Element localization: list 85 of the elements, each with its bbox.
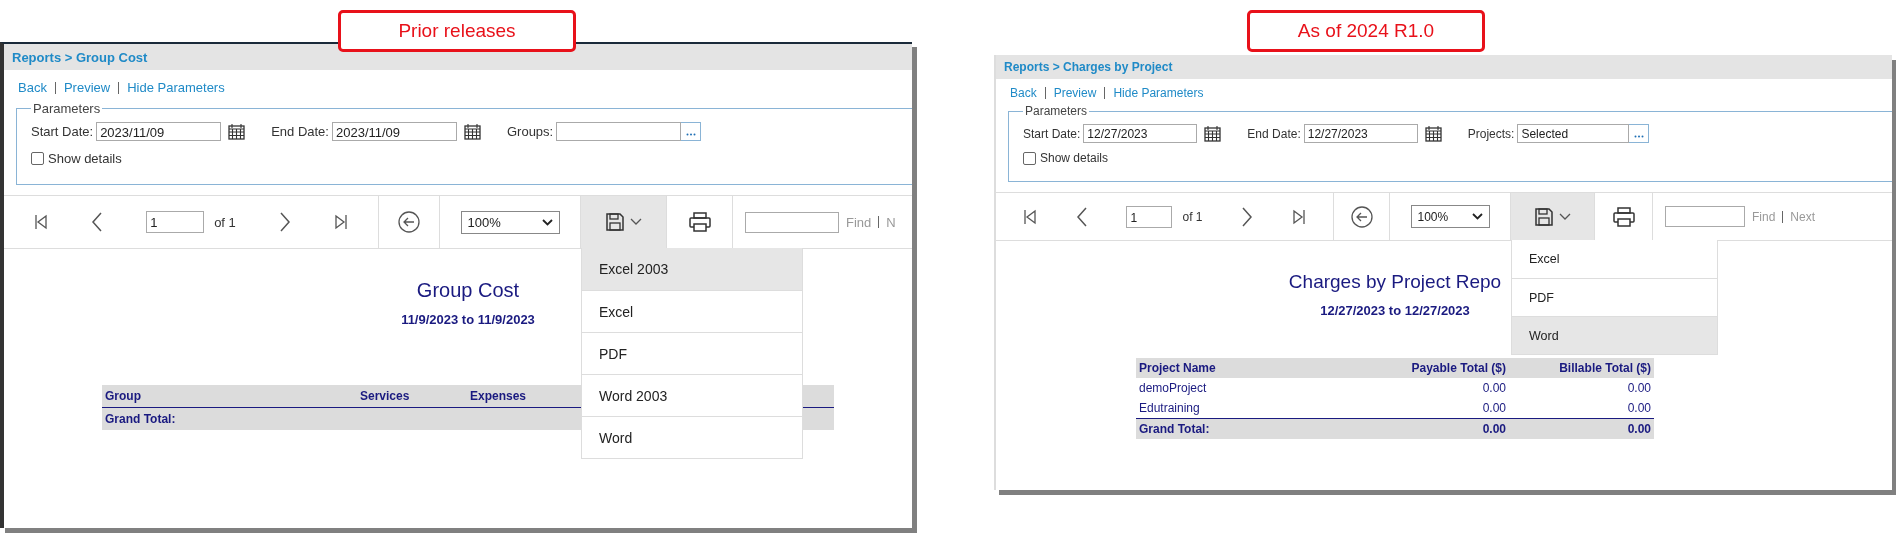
menu-item[interactable]: Word [582, 416, 802, 458]
table-cell-text: 0.00 [1481, 401, 1506, 415]
date-field[interactable]: 2023/11/09 [331, 122, 457, 141]
menu-item[interactable]: Word 2003 [582, 374, 802, 416]
zoom-select[interactable]: 100% [460, 210, 560, 234]
field-label: Groups: [506, 124, 554, 139]
checkbox-label: Show details [1040, 151, 1109, 165]
page-count: of 1 [214, 214, 236, 230]
find-field[interactable] [1665, 206, 1745, 227]
date-field[interactable]: 12/27/2023 [1303, 124, 1418, 143]
callout-label: Prior releases [338, 10, 576, 52]
checkbox[interactable] [1023, 151, 1036, 165]
table-cell-text: demoProject [1139, 381, 1208, 395]
link[interactable]: Back [18, 80, 47, 95]
last-page-icon[interactable] [1291, 208, 1306, 225]
page-field[interactable]: 1 [1126, 205, 1173, 228]
legend: Parameters [1023, 104, 1090, 118]
field-label: Start Date: [1023, 126, 1081, 141]
total-label: Grand Total: [105, 412, 177, 426]
column-header: Payable Total ($) [1410, 361, 1506, 375]
first-page-icon[interactable] [1023, 208, 1038, 225]
menu-item[interactable]: Excel [1512, 240, 1717, 278]
checkbox[interactable] [31, 152, 44, 165]
next-page-icon[interactable] [1241, 206, 1254, 227]
print-icon[interactable] [688, 212, 711, 232]
chevron-down-icon [1471, 213, 1483, 220]
date-field[interactable]: 2023/11/09 [96, 122, 222, 141]
find-field[interactable] [745, 211, 839, 233]
table-cell-text: 0.00 [1626, 401, 1651, 415]
menu-item[interactable]: Excel [582, 290, 802, 332]
picker-field[interactable]: Selected [1517, 124, 1630, 143]
calendar-icon[interactable] [1424, 125, 1442, 142]
picker-field[interactable] [556, 122, 682, 141]
first-page-icon[interactable] [33, 214, 48, 230]
total-label: Grand Total: [1139, 422, 1211, 436]
column-header: Services [360, 389, 411, 403]
menu-item[interactable]: Word [1512, 316, 1717, 354]
menu-item[interactable]: Excel 2003 [582, 248, 802, 290]
calendar-icon[interactable] [463, 123, 481, 140]
link[interactable]: Back [1010, 86, 1037, 100]
link[interactable]: Hide Parameters [1113, 86, 1204, 100]
report-title: Group Cost [415, 279, 521, 302]
print-icon[interactable] [1612, 206, 1635, 227]
column-header: Group [105, 389, 142, 403]
link[interactable]: Preview [63, 80, 111, 95]
zoom-select[interactable]: 100% [1410, 205, 1490, 228]
breadcrumb: Reports > Charges by Project [1004, 60, 1173, 74]
column-header: Billable Total ($) [1558, 361, 1651, 375]
page-count: of 1 [1182, 209, 1203, 224]
caret-icon [629, 218, 642, 226]
field-label: Start Date: [31, 124, 94, 139]
chevron-down-icon [541, 218, 553, 226]
date-range: 12/27/2023 to 12/27/2023 [1319, 303, 1471, 318]
calendar-icon[interactable] [228, 123, 246, 140]
link[interactable]: Hide Parameters [127, 80, 225, 95]
total-cell-text: 0.00 [1481, 422, 1506, 436]
field-label: Projects: [1467, 126, 1515, 141]
previous-page-icon[interactable] [90, 212, 103, 232]
table-cell-text: 0.00 [1481, 381, 1506, 395]
ellipsis-icon [685, 133, 696, 136]
ellipsis-icon [1633, 135, 1644, 138]
next-page-icon[interactable] [279, 212, 292, 232]
table-cell-text: 0.00 [1626, 381, 1651, 395]
date-range: 11/9/2023 to 11/9/2023 [400, 312, 536, 327]
page-field[interactable]: 1 [146, 211, 205, 233]
menu-item[interactable]: PDF [582, 332, 802, 374]
save-icon [1534, 207, 1553, 226]
breadcrumb: Reports > Group Cost [12, 49, 148, 65]
total-cell-text: 0.00 [1626, 422, 1651, 436]
calendar-icon[interactable] [1204, 125, 1222, 142]
field-label: End Date: [271, 124, 329, 139]
table-cell-text: Edutraining [1139, 401, 1201, 415]
column-header: Project Name [1139, 361, 1217, 375]
field-label: End Date: [1247, 126, 1301, 141]
report-title: Charges by Project Repo [1287, 271, 1503, 293]
legend: Parameters [31, 101, 103, 116]
link[interactable]: Preview [1053, 86, 1097, 100]
checkbox-label: Show details [48, 151, 122, 166]
date-field[interactable]: 12/27/2023 [1083, 124, 1198, 143]
callout-label: As of 2024 R1.0 [1247, 10, 1485, 52]
last-page-icon[interactable] [334, 214, 349, 230]
save-icon [605, 213, 624, 231]
previous-page-icon[interactable] [1075, 206, 1088, 227]
column-header: Expenses [470, 389, 528, 403]
caret-icon [1558, 212, 1571, 221]
